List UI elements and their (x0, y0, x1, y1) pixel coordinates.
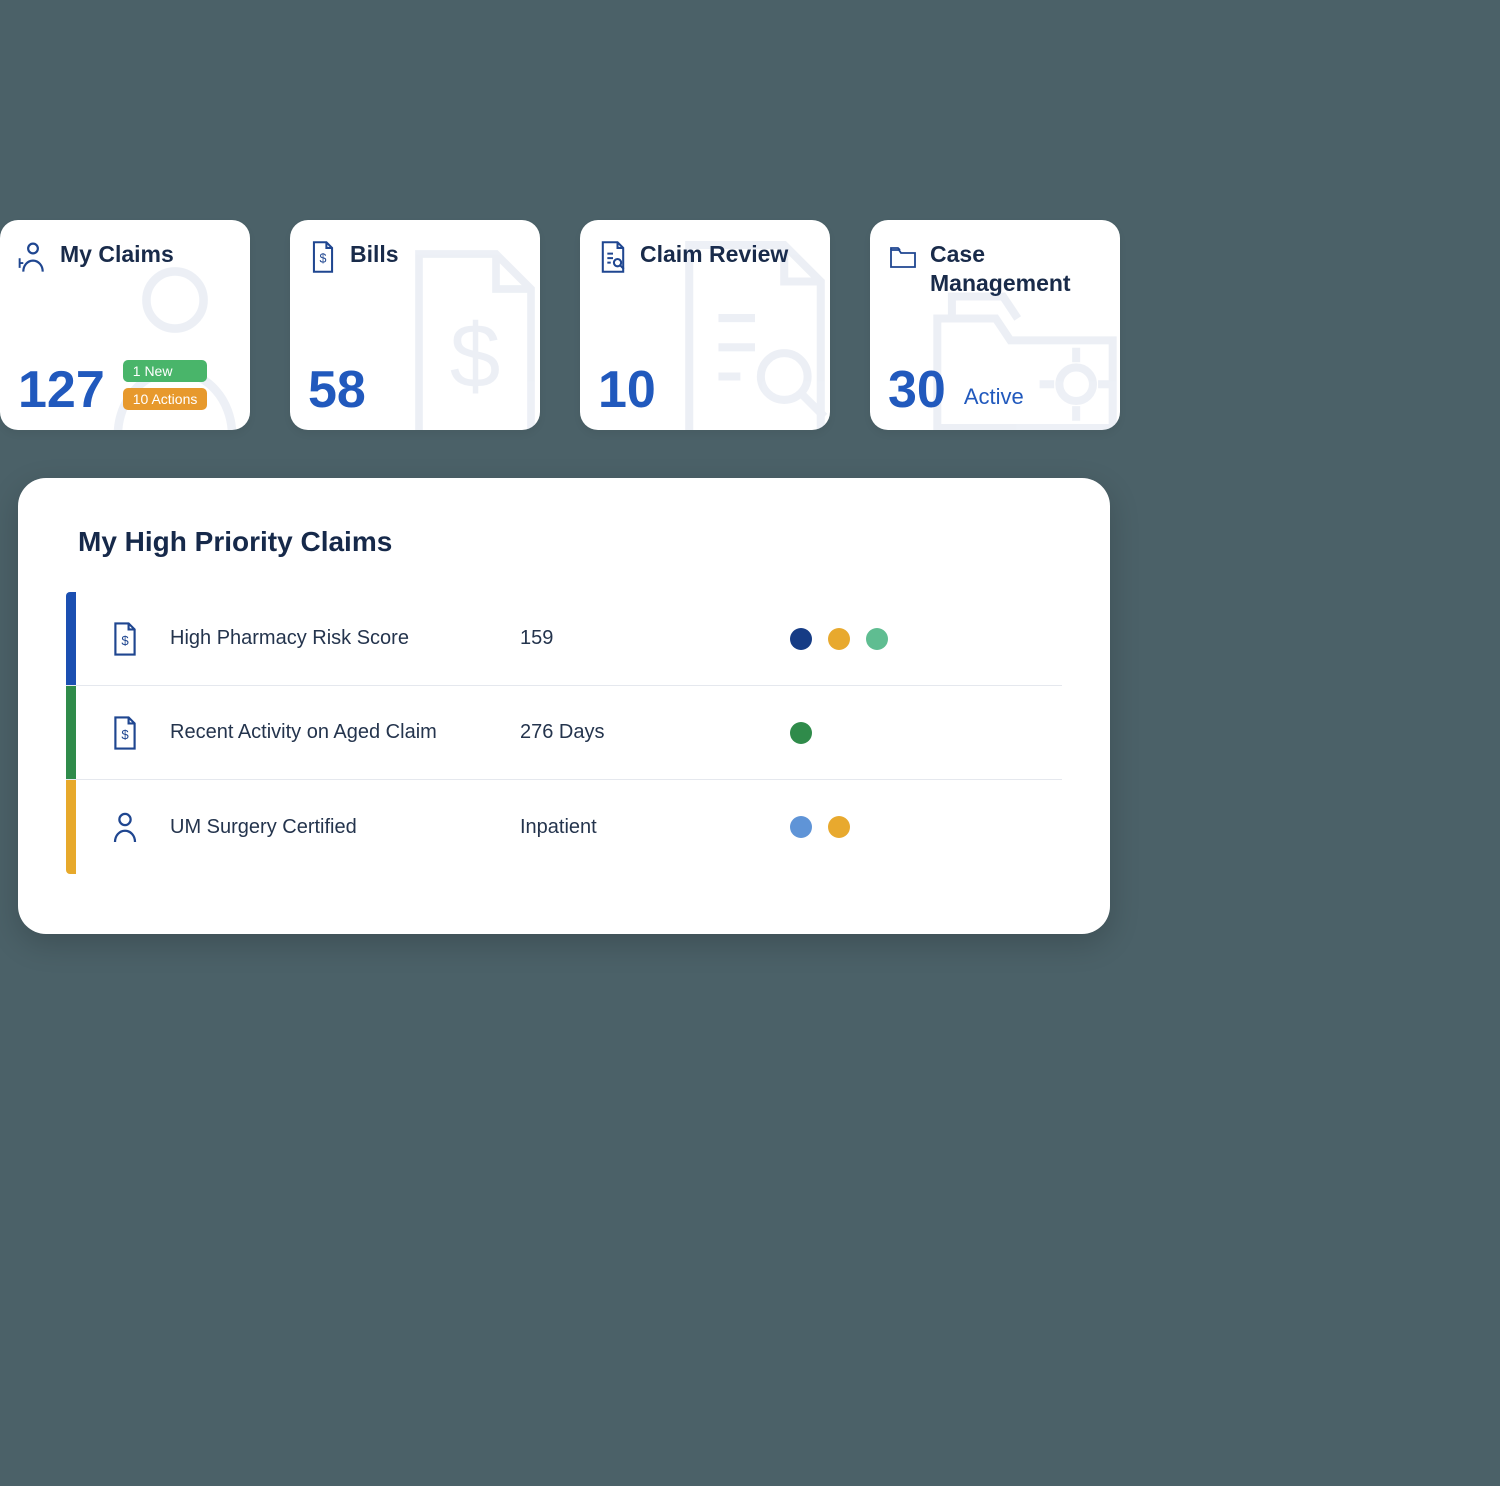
svg-text:$: $ (121, 633, 129, 648)
card-value: 30 (888, 364, 946, 416)
status-dots (790, 722, 812, 744)
card-bills[interactable]: $ Bills $ 58 (290, 220, 540, 430)
card-value: 58 (308, 364, 366, 416)
status-dot (790, 628, 812, 650)
priority-row[interactable]: $ Recent Activity on Aged Claim 276 Days (66, 686, 1062, 780)
person-icon (18, 240, 48, 274)
card-value: 10 (598, 364, 656, 416)
summary-cards-row: My Claims 127 1 New 10 Actions $ Bills (0, 0, 1120, 430)
bill-icon: $ (110, 621, 140, 657)
priority-row[interactable]: $ High Pharmacy Risk Score 159 (66, 592, 1062, 686)
row-value: 159 (520, 627, 740, 650)
high-priority-panel: My High Priority Claims $ High Pharmacy … (18, 478, 1110, 934)
row-stripe (66, 592, 76, 685)
bill-bg-icon: $ (390, 240, 540, 430)
svg-text:$: $ (121, 727, 129, 742)
card-suffix: Active (964, 384, 1024, 410)
priority-list: $ High Pharmacy Risk Score 159 $ Recent … (66, 592, 1062, 874)
badge-actions: 10 Actions (123, 388, 208, 410)
svg-text:$: $ (450, 306, 501, 407)
status-dot (866, 628, 888, 650)
bill-icon: $ (308, 240, 338, 274)
priority-row[interactable]: UM Surgery Certified Inpatient (66, 780, 1062, 874)
panel-title: My High Priority Claims (78, 526, 1062, 558)
status-dots (790, 628, 888, 650)
review-icon (598, 240, 628, 274)
card-case-management[interactable]: Case Management 30 Active (870, 220, 1120, 430)
card-claim-review[interactable]: Claim Review 10 (580, 220, 830, 430)
svg-text:$: $ (320, 252, 327, 266)
status-dot (790, 816, 812, 838)
review-bg-icon (660, 230, 830, 430)
row-value: 276 Days (520, 721, 740, 744)
status-dot (790, 722, 812, 744)
row-stripe (66, 780, 76, 874)
row-stripe (66, 686, 76, 779)
row-title: High Pharmacy Risk Score (170, 627, 520, 650)
row-title: Recent Activity on Aged Claim (170, 721, 520, 744)
status-dot (828, 816, 850, 838)
badge-new: 1 New (123, 360, 208, 382)
row-value: Inpatient (520, 816, 740, 839)
person-icon (110, 809, 140, 845)
bill-icon: $ (110, 715, 140, 751)
card-my-claims[interactable]: My Claims 127 1 New 10 Actions (0, 220, 250, 430)
status-dot (828, 628, 850, 650)
row-title: UM Surgery Certified (170, 816, 520, 839)
status-dots (790, 816, 850, 838)
card-value: 127 (18, 364, 105, 416)
